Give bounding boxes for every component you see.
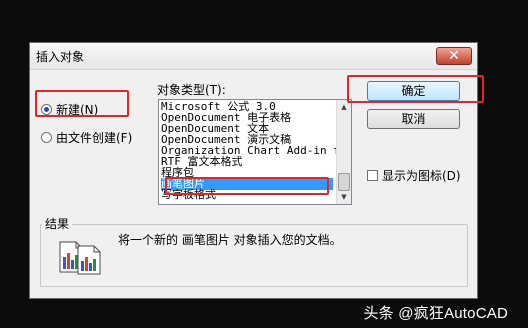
result-description: 将一个新的 画笔图片 对象插入您的文档。 xyxy=(118,233,342,247)
highlight-ok-button xyxy=(347,75,484,103)
display-as-icon-checkbox[interactable]: 显示为图标(D) xyxy=(367,167,461,184)
document-insert-icon xyxy=(59,241,101,275)
scroll-thumb[interactable] xyxy=(338,173,350,191)
list-scrollbar[interactable]: ▲ ▼ xyxy=(336,100,351,204)
radio-indicator xyxy=(41,132,52,143)
object-type-label: 对象类型(T): xyxy=(157,83,226,97)
checkbox-box xyxy=(367,170,378,181)
close-button[interactable]: ✕ xyxy=(436,47,472,65)
watermark: 头条 @疯狂AutoCAD xyxy=(363,305,508,322)
scroll-down-arrow-icon[interactable]: ▼ xyxy=(337,190,351,204)
title-bar[interactable]: 插入对象 ✕ xyxy=(30,43,477,70)
radio-create-from-file-label: 由文件创建(F) xyxy=(56,131,133,145)
cancel-button[interactable]: 取消 xyxy=(367,109,460,129)
close-icon: ✕ xyxy=(448,48,460,64)
result-group-title: 结果 xyxy=(42,215,73,232)
highlight-selected-item xyxy=(165,177,329,195)
highlight-create-new xyxy=(35,90,129,117)
display-as-icon-label: 显示为图标(D) xyxy=(382,169,461,183)
radio-create-from-file[interactable]: 由文件创建(F) xyxy=(41,129,132,146)
dialog-title: 插入对象 xyxy=(36,50,85,64)
